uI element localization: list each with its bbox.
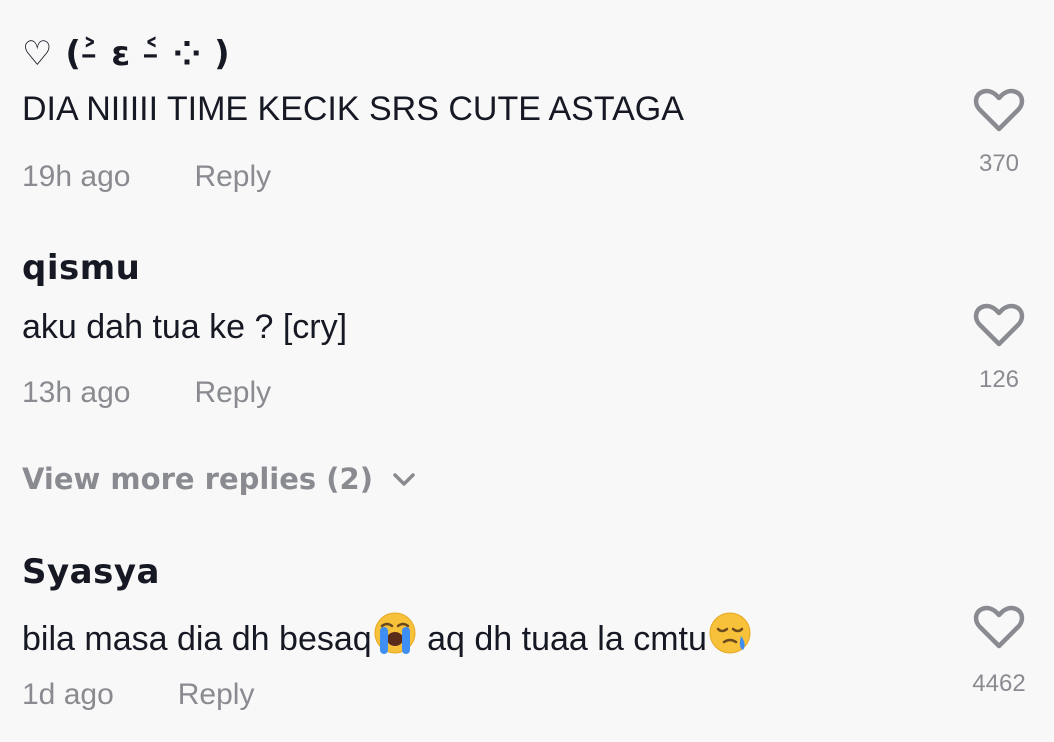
reply-button[interactable]: Reply xyxy=(194,160,271,193)
comment-time: 1d ago xyxy=(22,678,114,711)
comment-meta: 13h ago Reply xyxy=(22,376,271,410)
comment-text: aku dah tua ke ? [cry] xyxy=(22,308,348,346)
like-count: 4462 xyxy=(972,670,1026,697)
comment-text-part: bila masa dia dh besaq xyxy=(22,620,372,658)
like-count: 126 xyxy=(978,366,1020,393)
chevron-down-icon xyxy=(393,473,415,486)
heart-icon[interactable] xyxy=(969,80,1029,140)
comment-username[interactable]: ♡ (˃̵ ε ˂̵ ⁘ ) xyxy=(22,34,230,74)
comment-username[interactable]: Syasya xyxy=(22,552,160,592)
heart-icon[interactable] xyxy=(969,295,1029,355)
heart-icon[interactable] xyxy=(969,597,1029,657)
like-count: 370 xyxy=(978,150,1020,177)
comment-text-part: aq dh tuaa la cmtu xyxy=(417,620,707,658)
comment-time: 13h ago xyxy=(22,376,131,409)
comment-meta: 1d ago Reply xyxy=(22,678,254,712)
reply-button[interactable]: Reply xyxy=(194,376,271,409)
comment-time: 19h ago xyxy=(22,160,131,193)
sleepy-face-icon xyxy=(707,610,753,665)
comment-username[interactable]: qismu xyxy=(22,248,140,288)
comment-text: bila masa dia dh besaq aq dh tuaa la cmt… xyxy=(22,610,753,665)
reply-button[interactable]: Reply xyxy=(178,678,255,711)
comment-meta: 19h ago Reply xyxy=(22,160,271,194)
comment-text: DIA NIIIII TIME KECIK SRS CUTE ASTAGA xyxy=(22,90,684,128)
loudly-crying-face-icon xyxy=(372,610,418,665)
view-more-label: View more replies (2) xyxy=(22,462,373,496)
view-more-replies-button[interactable]: View more replies (2) xyxy=(22,462,417,496)
